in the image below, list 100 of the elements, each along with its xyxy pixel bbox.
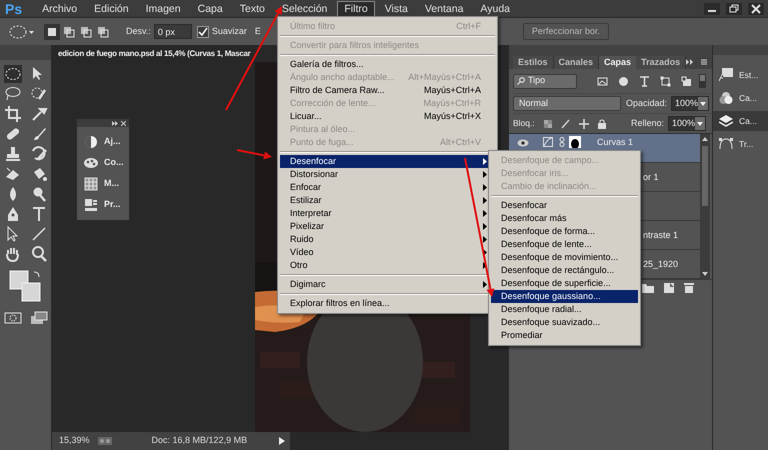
smart-filter-icon[interactable] [681,76,692,86]
quick-mask-icon[interactable] [4,311,22,325]
dock-item[interactable]: Est... [713,65,768,85]
filter-select[interactable]: Tipo [513,74,577,88]
panel-item[interactable]: M... [104,177,119,191]
menu-item[interactable]: Texto [232,0,272,16]
menu-item[interactable]: Desenfoque de superficie... [491,277,638,290]
menu-item[interactable]: Desenfoque de movimiento... [491,251,638,264]
collapse-icon[interactable] [112,120,118,126]
eraser-icon[interactable] [4,165,22,183]
menu-item[interactable]: Archivo [35,0,84,16]
panel-tab[interactable]: Canales [554,56,600,69]
menu-item[interactable]: Desenfoque suavizado... [491,316,638,329]
menu-item[interactable]: Galería de filtros... [280,58,495,71]
close-icon[interactable] [748,2,764,14]
styles-icon [719,68,733,82]
checkbox[interactable] [196,26,209,38]
grid-icon[interactable] [84,177,98,191]
image-filter-icon[interactable] [597,76,608,86]
ellipse-marquee-icon[interactable] [8,24,36,40]
close-icon[interactable] [121,120,126,126]
menu-item[interactable]: Vista [378,0,415,16]
expand-arrow-icon[interactable] [279,437,285,445]
layers-icon [719,114,733,128]
blend-mode-select[interactable]: Normal [513,96,621,111]
minimize-icon[interactable] [704,2,720,14]
menu-item[interactable]: Promediar [491,329,638,342]
menu-item[interactable]: Desenfoque de lente... [491,238,638,251]
refine-edge-button[interactable]: Perfeccionar bor. [522,23,609,40]
mask-thumbnail [569,136,581,148]
feather-label: Desv.: [126,24,151,38]
dock-item[interactable]: Ca... [713,111,768,131]
filter-toggle-icon[interactable] [699,74,706,88]
lasso-icon[interactable] [4,85,22,103]
menu-item[interactable]: Filtro de Camera Raw... Mayús+Ctrl+A [280,84,495,97]
menu-item[interactable]: Desenfocar más [491,212,638,225]
zoom-icon[interactable] [30,245,48,263]
fill-field[interactable]: 100% [668,116,706,131]
lock-move-icon[interactable] [578,118,589,128]
stamp-icon[interactable] [4,145,22,163]
panel-tab[interactable]: Capas [599,56,636,69]
new-layer-icon[interactable] [664,282,674,292]
screen-mode-icon[interactable] [30,311,48,325]
adjustments-icon[interactable] [84,135,98,149]
menu-item[interactable]: Imagen [138,0,188,16]
menu-item[interactable]: Desenfoque radial... [491,303,638,316]
shape-filter-icon[interactable] [660,76,671,86]
panel-tab[interactable]: Estilos [513,56,554,69]
menu-item[interactable]: Ventana [418,0,470,16]
chain-icon [559,137,565,147]
folder-icon[interactable] [642,282,654,292]
checkbox-label: Suavizar [212,24,247,38]
dock-item[interactable]: Tr... [713,134,768,154]
panel-header-bar [0,45,51,60]
panel-item[interactable]: Pr... [104,198,121,212]
menu-item[interactable]: Licuar... Mayús+Ctrl+X [280,110,495,123]
menu-item[interactable]: Desenfoque gaussiano... [491,290,638,303]
status-icon[interactable] [98,437,112,445]
presets-icon[interactable] [84,198,98,212]
new-selection-icon[interactable] [44,24,60,40]
hand-icon[interactable] [4,245,22,263]
menu-item[interactable]: Capa [190,0,230,16]
restore-icon[interactable] [726,2,742,14]
menu-item[interactable]: Desenfocar [491,199,638,212]
panel-menu-icon[interactable] [686,58,708,66]
type-filter-icon[interactable] [639,76,650,86]
menu-item[interactable]: Edición [87,0,136,16]
lock-brush-icon[interactable] [560,118,571,128]
crop-icon[interactable] [4,105,22,123]
panel-item[interactable]: Aj... [104,135,121,149]
caret-icon[interactable] [697,122,704,126]
app-logo: Ps [5,2,22,16]
ellipse-marquee-icon[interactable] [4,65,22,83]
layer-name: Curvas 1 [597,136,634,148]
menu-item[interactable]: Selección [274,0,334,16]
line-icon[interactable] [30,225,48,243]
lock-transparency-icon[interactable] [542,118,553,128]
menu-item[interactable]: Ayuda [473,0,518,16]
adjustment-filter-icon[interactable] [618,76,629,86]
panel-item[interactable]: Co... [104,156,124,170]
document-tab[interactable]: edicion de fuego mano.psd al 15,4% (Curvas 1, Mascar [58,48,252,60]
eye-icon[interactable] [517,139,529,147]
dock-item[interactable]: Ca... [713,88,768,108]
lock-icon[interactable] [596,118,607,128]
feather-field[interactable]: 0 px [154,24,192,39]
menu-item[interactable]: Desenfoque de rectángulo... [491,264,638,277]
lock-label: Bloq.: [513,117,535,130]
history-brush-icon[interactable] [30,145,48,163]
palette-icon[interactable] [84,156,98,170]
menu-item[interactable]: Desenfoque de forma... [491,225,638,238]
channels-icon [719,91,733,105]
trash-icon[interactable] [684,282,694,293]
paths-icon [719,137,733,151]
fill-label: Relleno: [630,116,664,130]
scrollbar-icon[interactable] [700,134,710,279]
panel-tab[interactable]: Trazados [636,56,686,69]
opacity-field[interactable]: 100% [671,96,710,111]
menu-item[interactable]: Filtro [337,0,375,16]
layer-name: ntraste 1 [643,229,678,241]
caret-icon[interactable] [700,102,706,106]
